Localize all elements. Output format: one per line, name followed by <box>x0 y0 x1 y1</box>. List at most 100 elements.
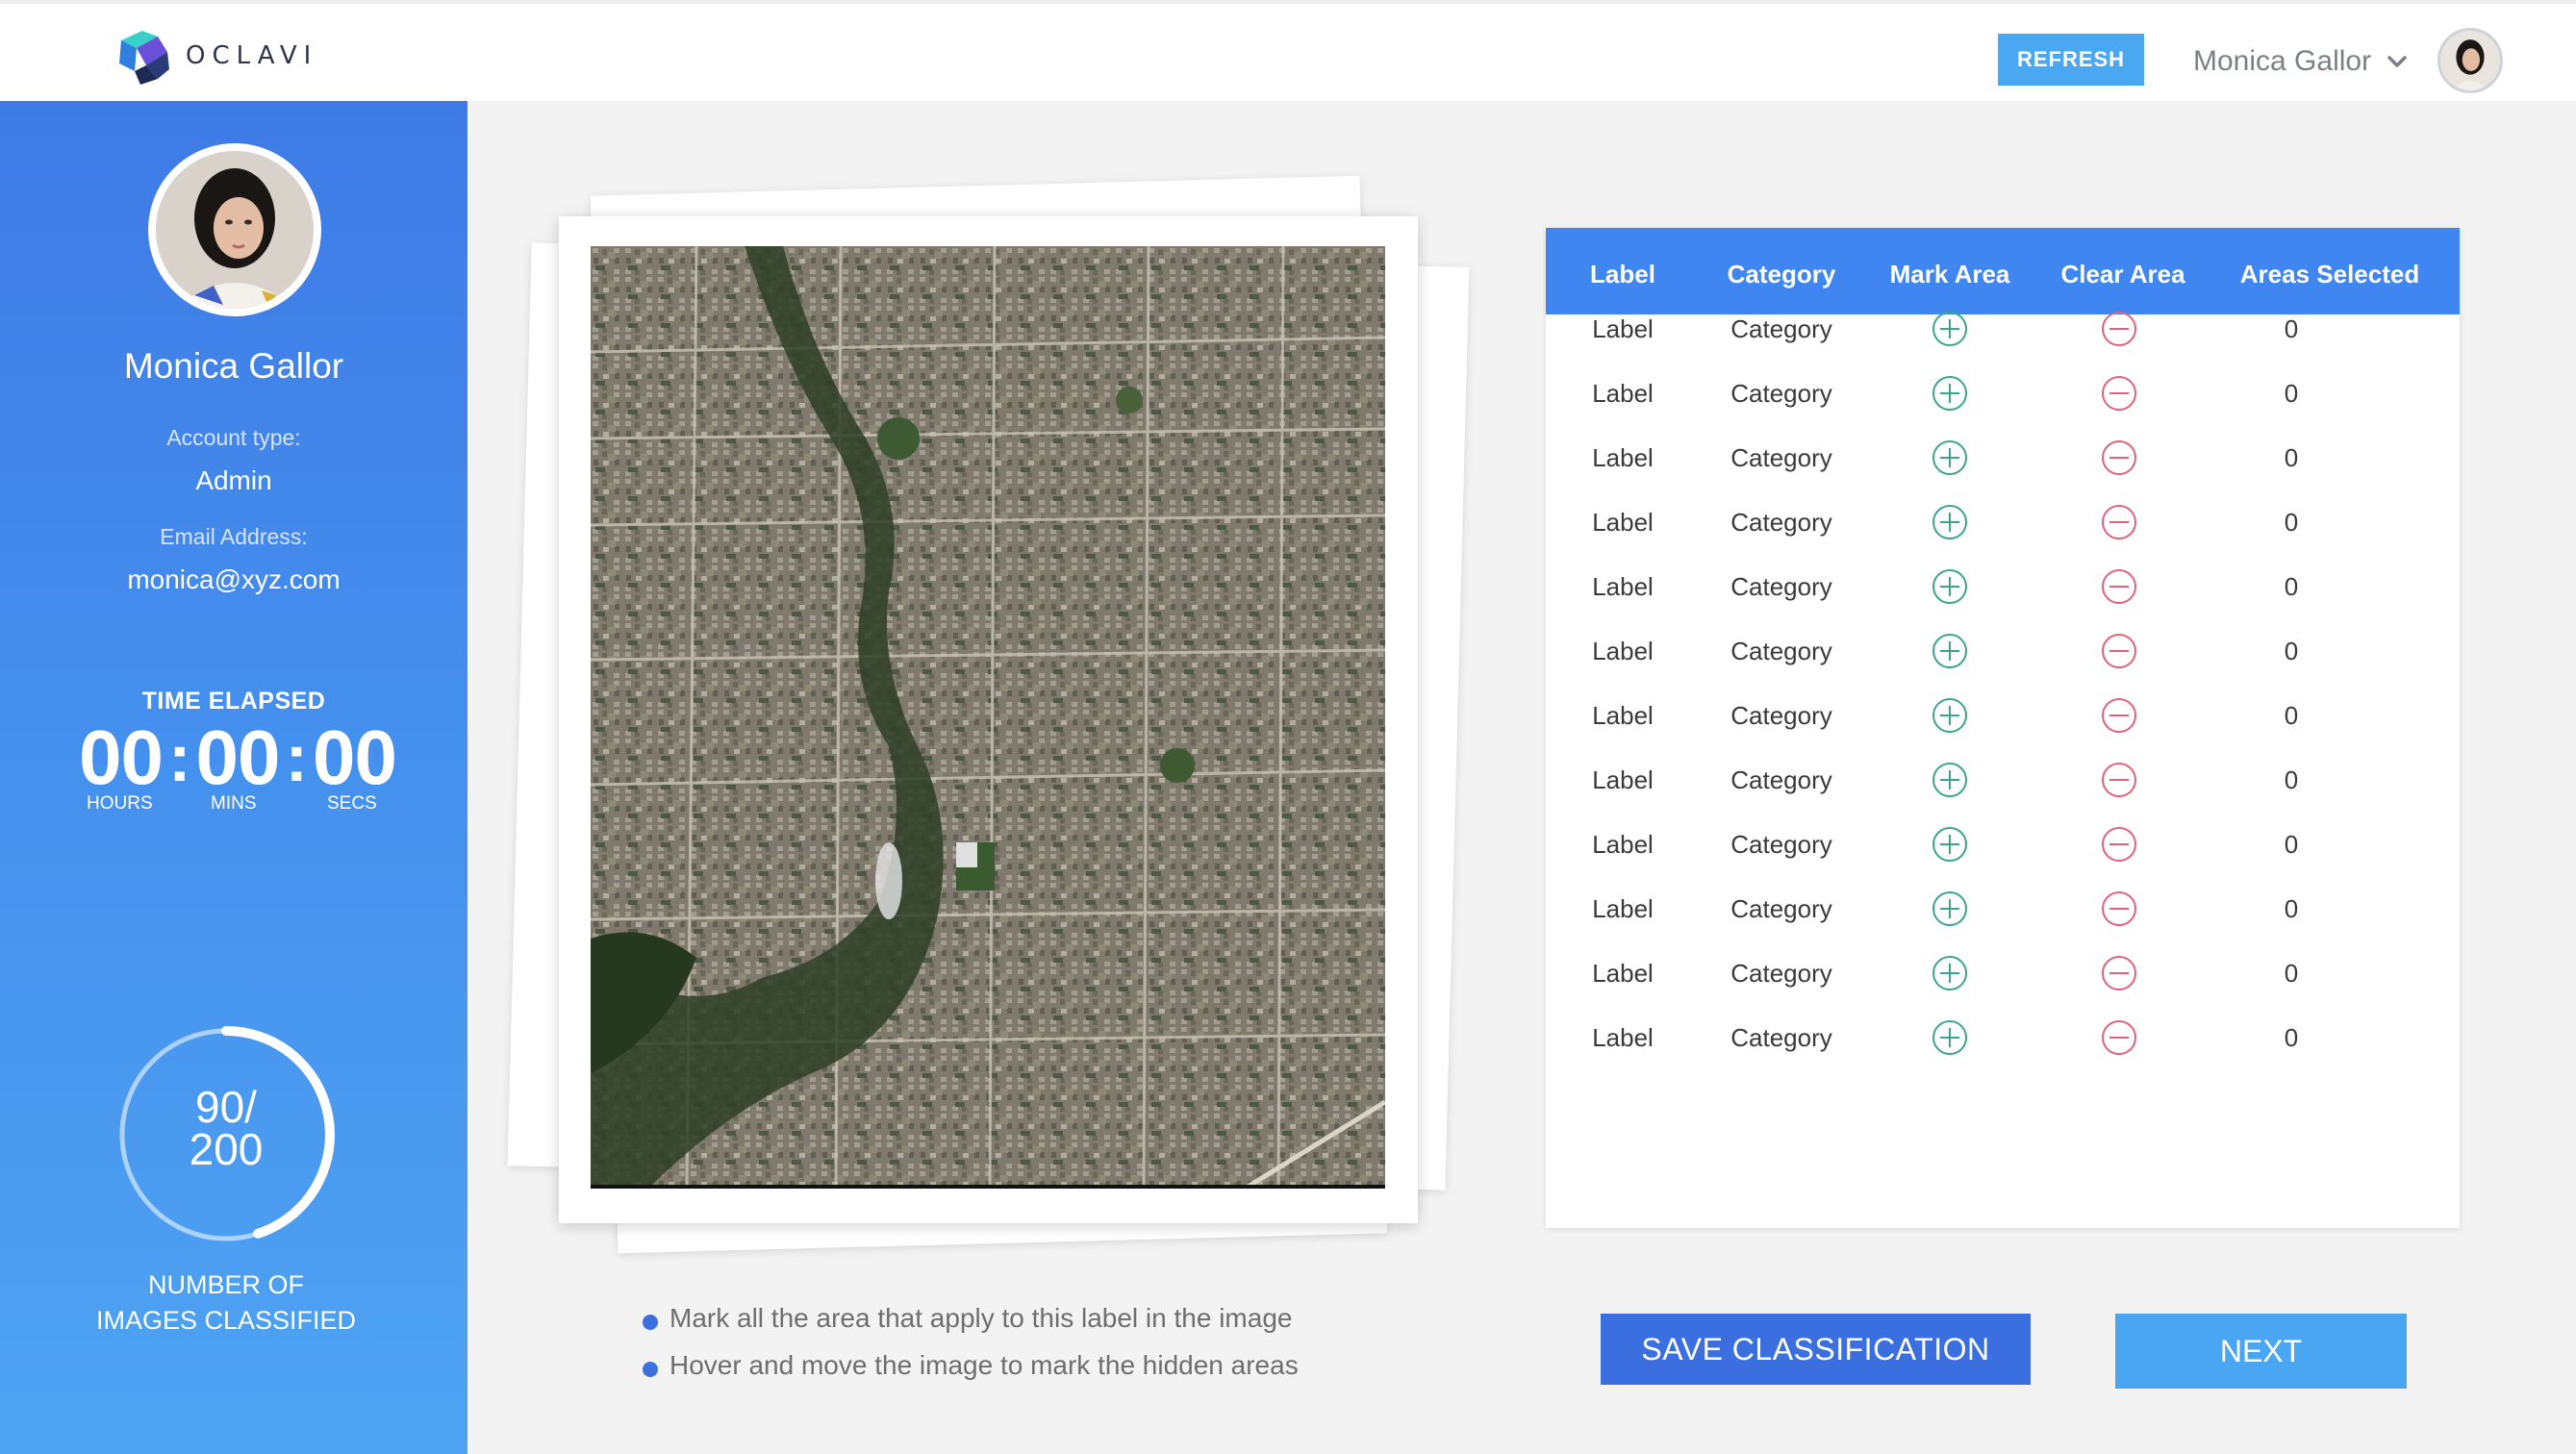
row-label: Label <box>1592 508 1654 537</box>
row-category: Category <box>1730 443 1832 472</box>
plus-circle-icon[interactable] <box>1932 439 1968 476</box>
row-areas-selected: 0 <box>2284 1023 2299 1052</box>
plus-circle-icon[interactable] <box>1932 1019 1968 1056</box>
row-label: Label <box>1592 701 1654 730</box>
row-category: Category <box>1730 508 1832 537</box>
row-areas-selected: 0 <box>2284 379 2299 408</box>
time-elapsed-display: 00 : 00 : 00 <box>79 714 397 802</box>
row-areas-selected: 0 <box>2284 830 2299 859</box>
row-areas-selected: 0 <box>2284 894 2299 923</box>
row-areas-selected: 0 <box>2284 508 2299 537</box>
instruction-item: Hover and move the image to mark the hid… <box>643 1350 1299 1397</box>
table-row: Label Category 0 <box>1546 555 2460 619</box>
row-areas-selected: 0 <box>2284 572 2299 601</box>
table-row: Label Category 0 <box>1546 426 2460 490</box>
row-label: Label <box>1592 572 1654 601</box>
row-label: Label <box>1592 830 1654 859</box>
next-button[interactable]: NEXT <box>2115 1314 2407 1389</box>
plus-circle-icon[interactable] <box>1932 955 1968 991</box>
minus-circle-icon[interactable] <box>2101 762 2137 798</box>
instruction-text: Mark all the area that apply to this lab… <box>669 1303 1293 1333</box>
table-row: Label Category 0 <box>1546 1006 2460 1070</box>
progress-total: 200 <box>189 1124 264 1174</box>
row-category: Category <box>1730 379 1832 408</box>
row-areas-selected: 0 <box>2284 443 2299 472</box>
plus-circle-icon[interactable] <box>1932 633 1968 669</box>
row-category: Category <box>1730 959 1832 988</box>
time-hours: 00 <box>79 714 164 800</box>
row-label: Label <box>1592 314 1654 343</box>
minus-circle-icon[interactable] <box>2101 633 2137 669</box>
minus-circle-icon[interactable] <box>2101 826 2137 863</box>
table-row: Label Category 0 <box>1546 684 2460 748</box>
minus-circle-icon[interactable] <box>2101 375 2137 412</box>
plus-circle-icon[interactable] <box>1932 826 1968 863</box>
table-row: Label Category 0 <box>1546 748 2460 813</box>
user-menu[interactable]: Monica Gallor <box>2193 40 2412 83</box>
plus-circle-icon[interactable] <box>1932 504 1968 540</box>
minus-circle-icon[interactable] <box>2101 504 2137 540</box>
hours-label: HOURS <box>87 793 153 814</box>
plus-circle-icon[interactable] <box>1932 697 1968 734</box>
plus-circle-icon[interactable] <box>1932 762 1968 798</box>
plus-circle-icon[interactable] <box>1932 311 1968 347</box>
plus-circle-icon[interactable] <box>1932 375 1968 412</box>
top-bar: OCLAVI REFRESH Monica Gallor <box>0 0 2576 101</box>
row-category: Category <box>1730 314 1832 343</box>
time-mins: 00 <box>195 714 280 800</box>
account-type-label: Account type: <box>166 425 301 450</box>
time-elapsed-title: TIME ELAPSED <box>141 688 326 714</box>
instructions-list: Mark all the area that apply to this lab… <box>643 1303 1299 1397</box>
row-category: Category <box>1730 1023 1832 1052</box>
table-row: Label Category 0 <box>1546 941 2460 1006</box>
minus-circle-icon[interactable] <box>2101 311 2137 347</box>
progress-count: 90/ 200 <box>114 1082 339 1174</box>
minus-circle-icon[interactable] <box>2101 439 2137 476</box>
row-label: Label <box>1592 1023 1654 1052</box>
table-row: Label Category 0 <box>1546 813 2460 877</box>
progress-current: 90/ <box>195 1082 257 1132</box>
plus-circle-icon[interactable] <box>1932 890 1968 927</box>
instruction-item: Mark all the area that apply to this lab… <box>643 1303 1299 1350</box>
plus-circle-icon[interactable] <box>1932 568 1968 605</box>
row-label: Label <box>1592 379 1654 408</box>
row-category: Category <box>1730 765 1832 794</box>
row-label: Label <box>1592 959 1654 988</box>
time-secs: 00 <box>312 714 397 800</box>
user-menu-name: Monica Gallor <box>2193 45 2372 77</box>
secs-label: SECS <box>327 793 377 814</box>
account-type-value: Admin <box>195 465 272 495</box>
row-label: Label <box>1592 894 1654 923</box>
row-label: Label <box>1592 765 1654 794</box>
brand-name: OCLAVI <box>186 41 318 70</box>
row-label: Label <box>1592 443 1654 472</box>
row-category: Category <box>1730 572 1832 601</box>
sidebar: Monica Gallor Account type: Admin Email … <box>0 101 467 1454</box>
table-row: Label Category 0 <box>1546 490 2460 555</box>
row-label: Label <box>1592 637 1654 665</box>
progress-ring: 90/ 200 <box>114 1022 339 1247</box>
time-separator: : <box>168 720 190 795</box>
table-row: Label Category 0 <box>1546 297 2460 362</box>
avatar-portrait-icon <box>2440 31 2500 90</box>
minus-circle-icon[interactable] <box>2101 568 2137 605</box>
minus-circle-icon[interactable] <box>2101 955 2137 991</box>
bullet-icon <box>643 1315 658 1330</box>
images-classified-line1: NUMBER OF <box>148 1270 304 1299</box>
row-areas-selected: 0 <box>2284 959 2299 988</box>
save-classification-button[interactable]: SAVE CLASSIFICATION <box>1601 1314 2031 1385</box>
minus-circle-icon[interactable] <box>2101 697 2137 734</box>
avatar[interactable] <box>2437 28 2503 93</box>
profile-portrait-icon <box>156 151 314 309</box>
satellite-image[interactable] <box>591 246 1385 1189</box>
refresh-button[interactable]: REFRESH <box>1998 34 2144 86</box>
email-value: monica@xyz.com <box>127 564 341 594</box>
email-label: Email Address: <box>160 524 308 549</box>
minus-circle-icon[interactable] <box>2101 890 2137 927</box>
minus-circle-icon[interactable] <box>2101 1019 2137 1056</box>
chevron-down-icon <box>2387 56 2407 67</box>
row-areas-selected: 0 <box>2284 765 2299 794</box>
table-row: Label Category 0 <box>1546 877 2460 941</box>
table-row: Label Category 0 <box>1546 362 2460 426</box>
table-row: Label Category 0 <box>1546 619 2460 684</box>
